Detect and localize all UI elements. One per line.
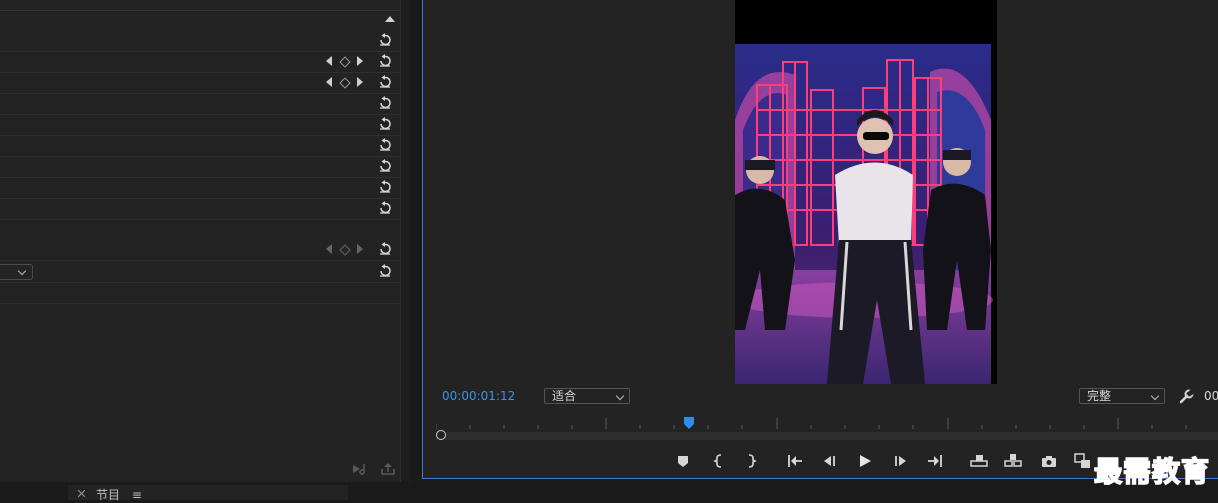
reset-icon[interactable]	[378, 180, 392, 194]
reset-icon[interactable]	[378, 242, 392, 256]
compare-view-icon[interactable]	[1072, 450, 1094, 472]
extract-icon[interactable]	[1002, 450, 1024, 472]
keyframe-prev-icon[interactable]	[326, 56, 332, 66]
playback-resolution-value: 完整	[1087, 389, 1112, 403]
fit-select[interactable]: 适合	[544, 388, 630, 404]
export-frame-icon[interactable]	[1038, 450, 1060, 472]
chevron-down-icon	[17, 266, 27, 276]
export-icon[interactable]	[380, 462, 396, 476]
wrench-icon[interactable]	[1178, 389, 1194, 405]
go-to-in-icon[interactable]	[784, 450, 806, 472]
add-marker-icon[interactable]	[672, 450, 694, 472]
effect-controls-scrollbar[interactable]	[400, 0, 411, 482]
video-preview	[735, 0, 997, 384]
effect-row	[0, 177, 400, 199]
panel-footer	[352, 462, 398, 476]
reset-icon[interactable]	[378, 75, 392, 89]
play-icon[interactable]	[854, 450, 876, 472]
watermark-logo: 最需教育	[1093, 454, 1211, 489]
keyframe-prev-icon[interactable]	[326, 77, 332, 87]
effect-row	[0, 198, 400, 220]
effect-row	[0, 30, 400, 52]
reset-icon[interactable]	[378, 54, 392, 68]
current-timecode[interactable]: 00:00:01:12	[442, 389, 515, 403]
chevron-down-icon	[1150, 391, 1160, 401]
transport-controls	[672, 450, 1092, 472]
effect-row	[0, 135, 400, 157]
effect-row	[0, 72, 400, 94]
chevron-down-icon	[615, 391, 625, 401]
step-back-icon[interactable]	[818, 450, 840, 472]
playhead[interactable]	[684, 417, 694, 429]
step-forward-icon[interactable]	[890, 450, 912, 472]
mark-out-icon[interactable]	[740, 450, 762, 472]
keyframe-add-icon[interactable]	[339, 244, 351, 256]
reset-icon[interactable]	[378, 159, 392, 173]
keyframe-next-icon[interactable]	[357, 56, 363, 66]
effect-row	[0, 51, 400, 73]
keyframe-add-icon[interactable]	[339, 56, 351, 68]
effect-row	[0, 282, 400, 304]
reset-icon[interactable]	[378, 264, 392, 278]
effect-row-expanded	[0, 219, 400, 261]
play-audio-icon[interactable]	[352, 462, 370, 476]
effect-row	[0, 156, 400, 178]
reset-icon[interactable]	[378, 138, 392, 152]
keyframe-next-icon[interactable]	[357, 77, 363, 87]
scrub-bar[interactable]	[438, 432, 1218, 440]
reset-icon[interactable]	[378, 96, 392, 110]
go-to-out-icon[interactable]	[924, 450, 946, 472]
effect-row	[0, 114, 400, 136]
reset-icon[interactable]	[378, 201, 392, 215]
header-divider	[0, 10, 400, 11]
reset-icon[interactable]	[378, 117, 392, 131]
lift-icon[interactable]	[968, 450, 990, 472]
effect-row	[0, 93, 400, 115]
keyframe-prev-icon[interactable]	[326, 244, 332, 254]
scroll-up-arrow-icon[interactable]	[385, 15, 395, 23]
scrub-start-handle[interactable]	[436, 430, 446, 440]
fit-select-value: 适合	[552, 389, 577, 403]
blend-mode-dropdown[interactable]	[0, 264, 33, 280]
keyframe-next-icon[interactable]	[357, 244, 363, 254]
keyframe-add-icon[interactable]	[339, 77, 351, 89]
time-ruler[interactable]	[436, 416, 1218, 430]
effect-controls-panel	[0, 0, 400, 482]
close-icon[interactable]	[78, 490, 85, 497]
video-frame-image	[735, 0, 997, 384]
reset-icon[interactable]	[378, 33, 392, 47]
mark-in-icon[interactable]	[708, 450, 730, 472]
program-tab-label: 节目 ≡	[96, 486, 142, 503]
effect-row	[0, 261, 400, 283]
playback-resolution-select[interactable]: 完整	[1079, 388, 1165, 404]
duration-timecode: 00	[1204, 389, 1218, 403]
